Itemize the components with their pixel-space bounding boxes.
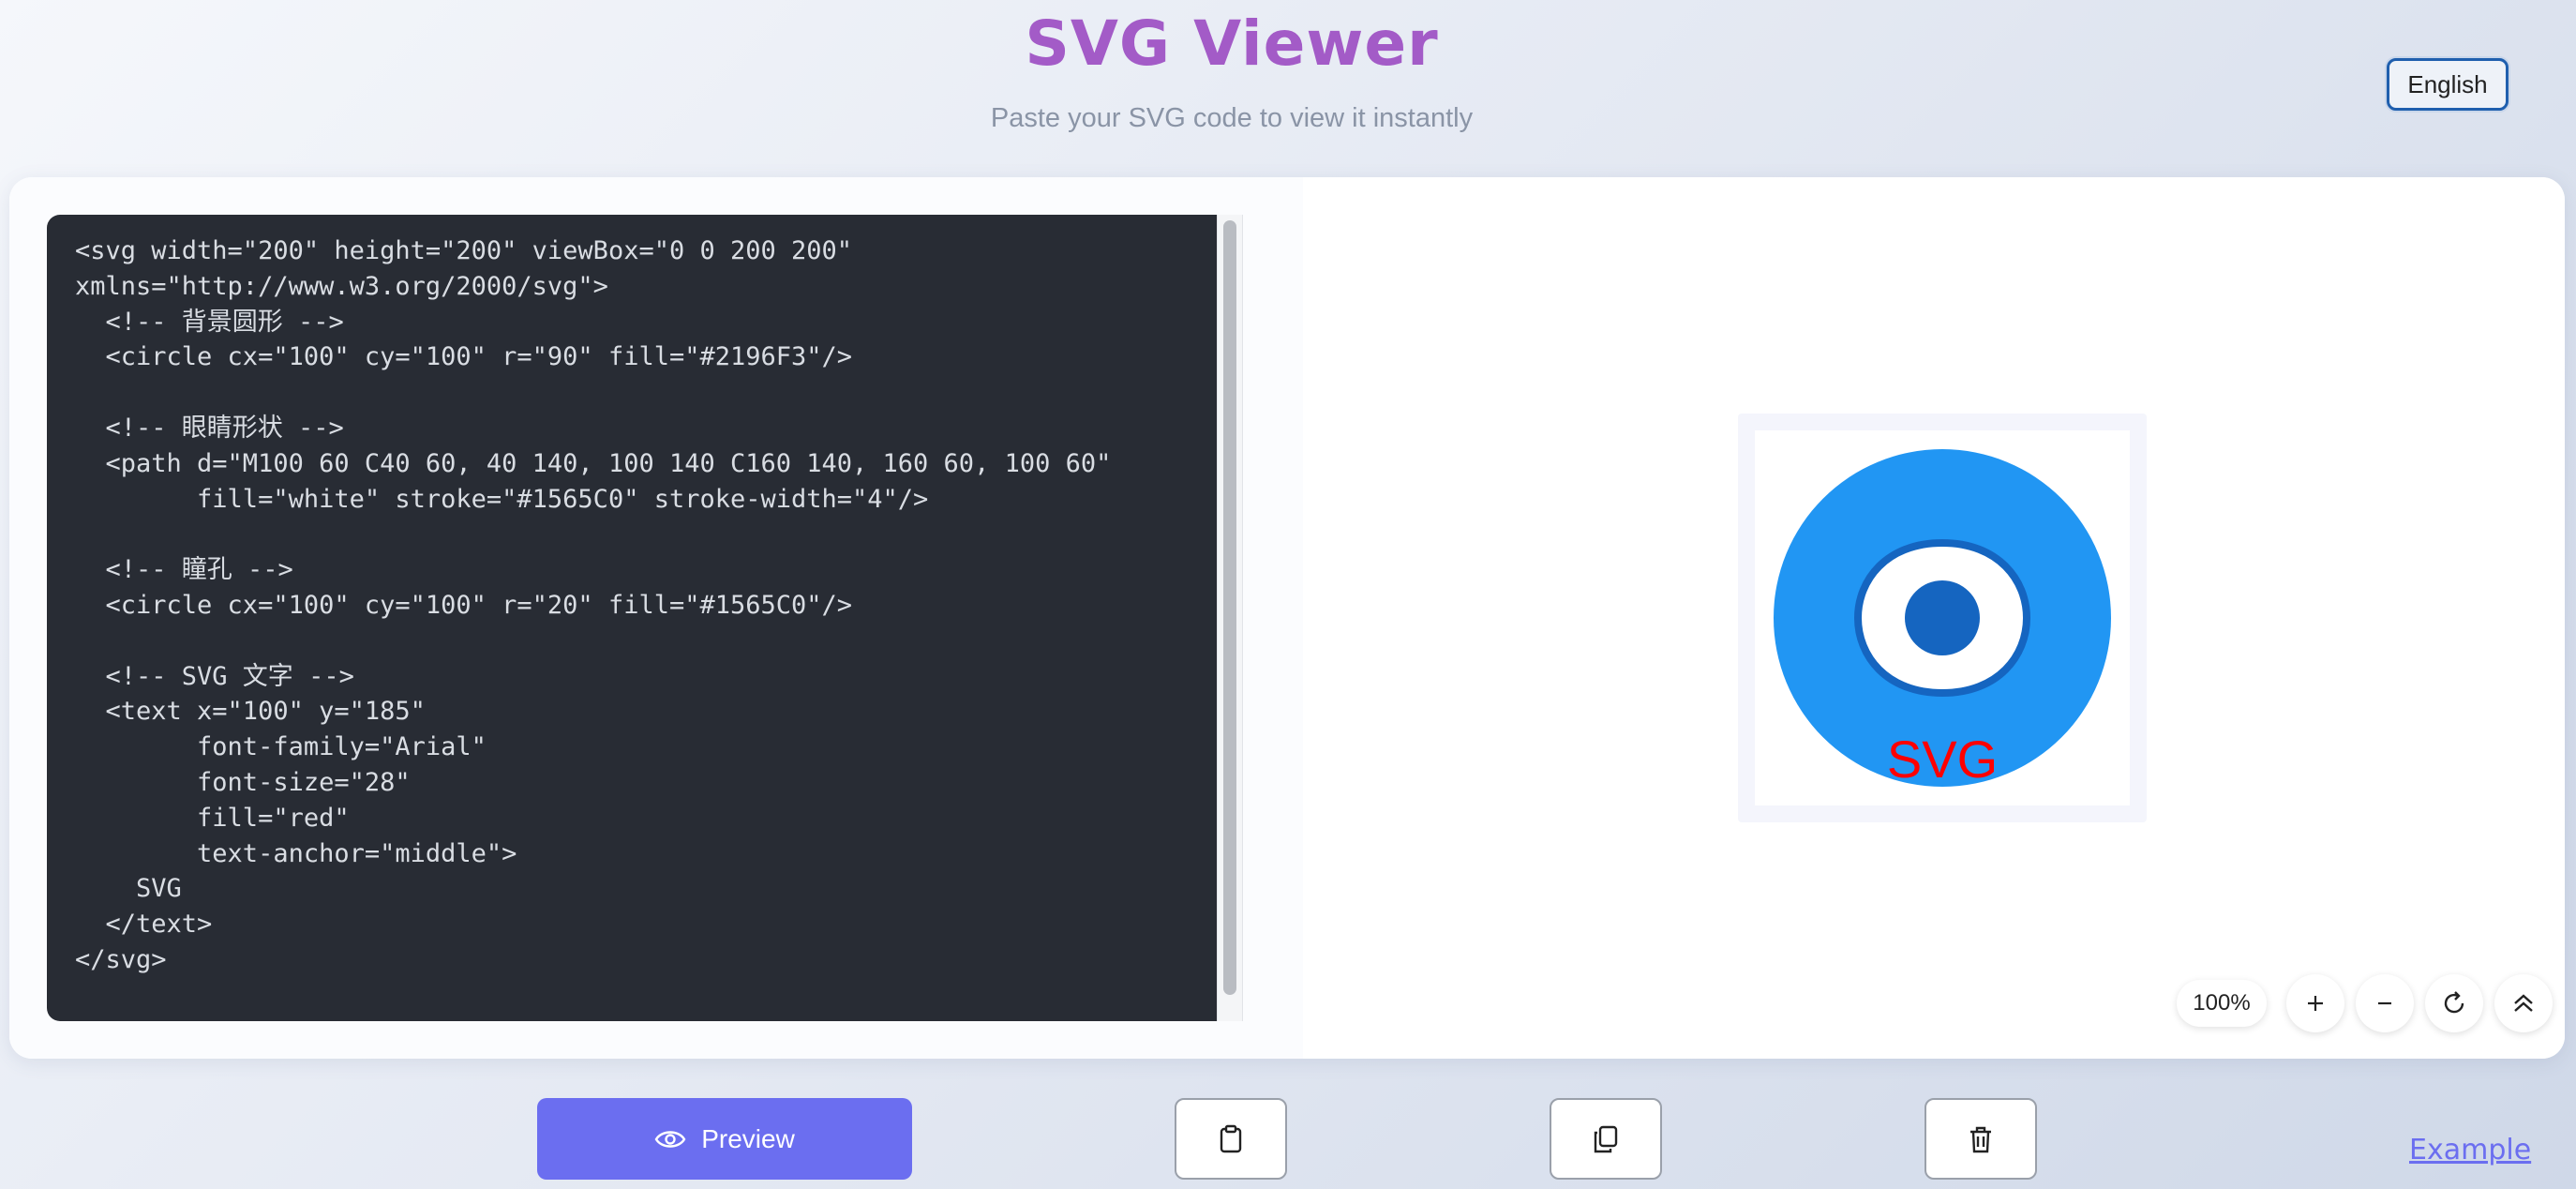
paste-button[interactable] — [1175, 1098, 1287, 1180]
collapse-button[interactable] — [2494, 974, 2553, 1032]
zoom-level: 100% — [2177, 980, 2267, 1027]
zoom-out-button[interactable] — [2356, 974, 2414, 1032]
preview-svg-text: SVG — [1887, 730, 1998, 789]
page-title: SVG Viewer — [1025, 8, 1439, 80]
svg-preview-canvas: SVG — [1738, 414, 2147, 822]
reset-zoom-button[interactable] — [2425, 974, 2483, 1032]
plus-icon — [2308, 996, 2323, 1011]
copy-button[interactable] — [1550, 1098, 1662, 1180]
clipboard-icon — [1220, 1124, 1242, 1152]
minus-icon — [2378, 1001, 2391, 1005]
page-subtitle: Paste your SVG code to view it instantly — [990, 103, 1474, 133]
preview-button[interactable]: Preview — [537, 1098, 912, 1180]
svg-preview-graphic: SVG — [1755, 430, 2130, 805]
language-button[interactable]: English — [2387, 58, 2509, 111]
preview-pane: SVG 100% — [1303, 177, 2565, 1059]
main-card: <svg width="200" height="200" viewBox="0… — [9, 177, 2565, 1059]
double-chevron-up-icon — [2514, 994, 2533, 1012]
preview-pupil — [1905, 580, 1980, 655]
preview-button-label: Preview — [701, 1123, 795, 1153]
editor-pane: <svg width="200" height="200" viewBox="0… — [9, 177, 1303, 1059]
svg-code-editor[interactable]: <svg width="200" height="200" viewBox="0… — [47, 215, 1217, 1021]
eye-icon — [654, 1130, 686, 1148]
editor-scrollbar[interactable] — [1217, 215, 1243, 1021]
editor-scrollbar-thumb[interactable] — [1223, 220, 1236, 995]
zoom-in-button[interactable] — [2286, 974, 2344, 1032]
copy-icon — [1594, 1125, 1618, 1152]
example-link[interactable]: Example — [2409, 1134, 2531, 1166]
clear-button[interactable] — [1925, 1098, 2037, 1180]
rotate-icon — [2444, 991, 2464, 1014]
trash-icon — [1970, 1126, 1991, 1152]
